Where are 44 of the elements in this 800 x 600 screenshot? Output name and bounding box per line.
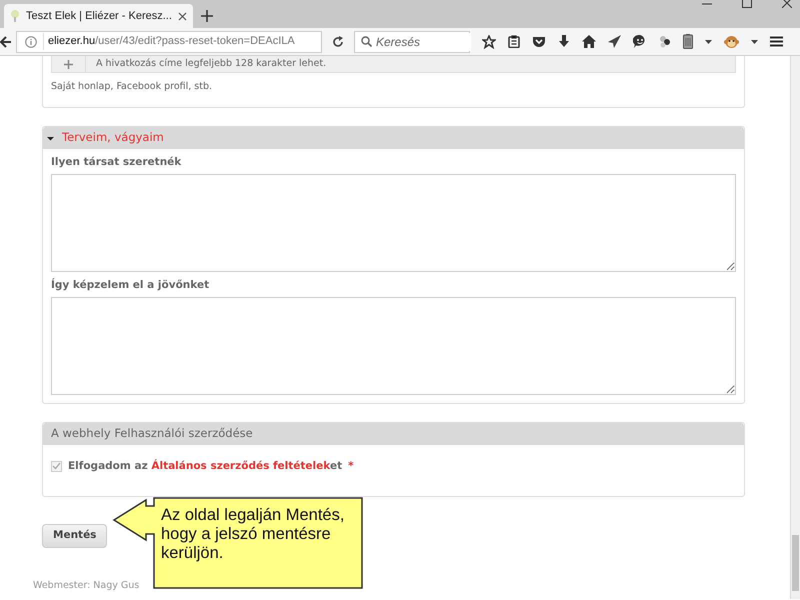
- url-field[interactable]: eliezer.hu/user/43/edit?pass-reset-token=DEAcILA: [16, 30, 322, 52]
- close-icon[interactable]: [782, 0, 792, 8]
- field-label: Így képzelem el a jövőnket: [51, 278, 210, 293]
- pocket-icon[interactable]: [532, 36, 546, 48]
- search-icon: [361, 36, 372, 47]
- terms-link[interactable]: Általános szerződés feltételek: [151, 460, 330, 472]
- star-icon[interactable]: [482, 34, 496, 48]
- url-path: /user/43/edit?pass-reset-token=DEAcILA: [95, 35, 295, 48]
- back-icon[interactable]: [0, 36, 12, 48]
- hint-text: A hivatkozás címe legfeljebb 128 karakter lehet.: [95, 59, 326, 69]
- panel-title: A webhely Felhasználói szerződése: [50, 424, 253, 442]
- favicon-icon: [10, 10, 20, 22]
- info-icon[interactable]: [25, 36, 37, 48]
- tab-title: Teszt Elek | Eliézer - Keresz...: [26, 8, 172, 24]
- save-button[interactable]: Mentés: [42, 524, 108, 548]
- url-host: eliezer.hu: [48, 35, 96, 48]
- move-icon: [64, 60, 73, 68]
- paper-plane-icon[interactable]: [608, 35, 621, 48]
- battery-icon[interactable]: [683, 34, 693, 49]
- caret-icon[interactable]: [751, 40, 758, 44]
- checkbox[interactable]: [51, 460, 62, 472]
- monkey-face-icon[interactable]: [724, 34, 739, 48]
- browser-tab[interactable]: Teszt Elek | Eliézer - Keresz...: [4, 4, 193, 28]
- search-field[interactable]: Keresés: [354, 30, 470, 52]
- menu-icon[interactable]: [770, 36, 783, 47]
- circles-icon[interactable]: [659, 35, 671, 48]
- field-description: Saját honlap, Facebook profil, stb.: [51, 80, 214, 94]
- callout-text: Az oldal legalján Mentés, hogy a jelszó mentésre kerüljön.: [161, 506, 346, 563]
- home-icon[interactable]: [582, 35, 596, 48]
- new-tab-icon[interactable]: [200, 10, 213, 22]
- search-input[interactable]: Keresés: [376, 32, 471, 50]
- clipboard-icon[interactable]: [508, 35, 520, 48]
- footer-text: Webmester: Nagy Gus: [33, 579, 140, 593]
- caret-icon[interactable]: [47, 134, 54, 142]
- maximize-icon[interactable]: [742, 0, 752, 8]
- caret-icon[interactable]: [705, 40, 712, 44]
- reload-icon[interactable]: [332, 36, 344, 48]
- close-icon[interactable]: [178, 12, 187, 20]
- scrollbar[interactable]: [790, 56, 800, 599]
- download-icon[interactable]: [558, 35, 570, 48]
- field-label: Ilyen társat szeretnék: [51, 155, 182, 170]
- checkbox-label: Elfogadom az Általános szerződés feltételeket: [68, 458, 342, 474]
- chat-icon[interactable]: [633, 35, 647, 48]
- required-mark: *: [348, 458, 354, 474]
